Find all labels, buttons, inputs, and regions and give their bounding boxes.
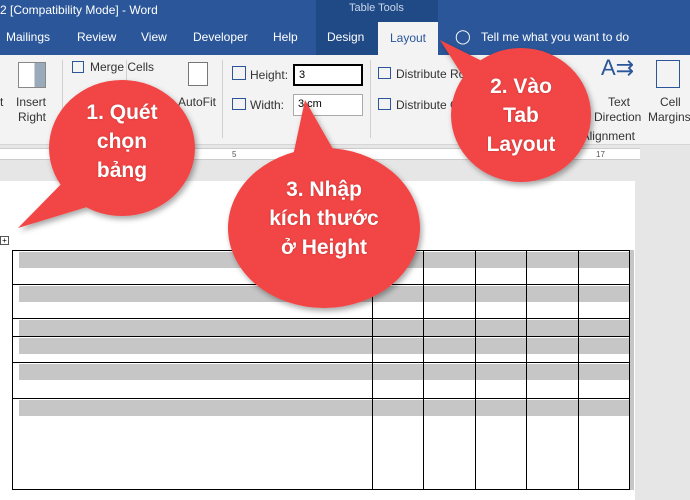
callout-2-text: 2. Vào Tab Layout [486, 75, 556, 156]
callout-1-text: 1. Quét chọn bảng [86, 101, 158, 182]
callout-3-text: 3. Nhập kích thước ở Height [269, 178, 379, 259]
